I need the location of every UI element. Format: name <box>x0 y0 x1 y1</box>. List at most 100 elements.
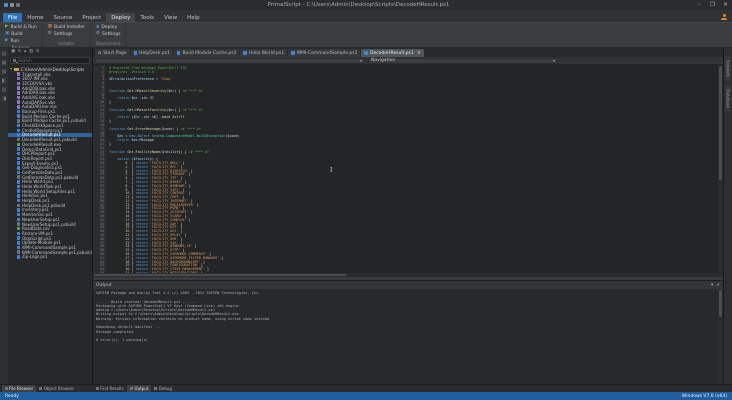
ribbon-tab-tools[interactable]: Tools <box>135 13 159 22</box>
bookmarks-icon[interactable]: ▥ <box>2 88 7 93</box>
file-icon <box>17 180 20 184</box>
ribbon-group-buttons: ▶ Build & Run ▣ Build ▶ Run <box>4 24 38 44</box>
expand-icon: ▾ <box>10 66 13 72</box>
output-tab-output[interactable]: Output <box>127 385 151 392</box>
panel-icon <box>95 387 99 390</box>
output-tab-find-results[interactable]: Find Results <box>93 385 126 392</box>
file-icon <box>17 133 20 137</box>
snippets-icon[interactable]: ▧ <box>2 70 7 75</box>
code-token: } <box>192 244 197 249</box>
doc-tab-label: WMI-CommandSample.ps1 <box>296 50 358 56</box>
ribbon-button-packager-build-run[interactable]: ▶ Build & Run <box>4 24 38 30</box>
side-tab-snippets[interactable]: Snippets <box>725 56 731 82</box>
file-tree: ▾ C:\Users\Admin\Desktop\Scripts 7zipInsta… <box>8 66 92 384</box>
code-token: System.ComponentModel.Win32Exception <box>151 134 226 139</box>
code-editor[interactable]: 1 2 3 4 5 6 7 8 9 10 11 12 13 14 15 16 17 18 19 20 21 22 23 24 2… <box>93 65 723 275</box>
doc-tab-wmi-commandsample-ps1[interactable]: WMI-CommandSample.ps1 <box>288 49 361 57</box>
editor-horizontal-scrollbar[interactable] <box>93 273 723 277</box>
minimize-button[interactable]: – <box>693 2 706 8</box>
objects-icon[interactable]: ◧ <box>2 79 7 84</box>
up-folder-icon[interactable]: ▴ <box>24 49 26 55</box>
ribbon-group-buttons: ▦ Build Installer ⚙ Settings <box>47 24 86 37</box>
close-icon[interactable]: × <box>417 50 421 56</box>
close-icon[interactable]: × <box>716 283 720 288</box>
ribbon-button-label: Run <box>10 38 20 44</box>
ribbon-button-label: Build & Run <box>10 24 37 30</box>
code-area[interactable]: # Migrated from Windows PowerShell ISE #r… <box>106 65 718 273</box>
left-tool-rail: ▤ ▦ ▧ ◧ ▥ ◨ <box>0 48 8 384</box>
right-tool-rail: Snippets Database <box>723 48 732 384</box>
file-icon <box>17 100 20 104</box>
redo-icon[interactable] <box>16 3 20 7</box>
file-browser-search <box>10 57 90 64</box>
toolbox-icon[interactable]: ▦ <box>2 61 7 66</box>
status-bar: Ready Windows V7.0 (x64) <box>0 392 732 400</box>
ribbon-button-deployment-settings[interactable]: ⚙ Settings <box>95 31 122 37</box>
file-icon <box>17 142 20 147</box>
ribbon-button-installer-settings[interactable]: ⚙ Settings <box>47 31 86 37</box>
file-icon <box>17 231 20 236</box>
collapse-icon[interactable]: ▾ <box>711 283 713 288</box>
user-account-icon[interactable] <box>721 14 727 20</box>
navigation-dropdown[interactable]: Navigation <box>368 57 558 64</box>
ribbon-tab-deploy[interactable]: Deploy <box>106 13 136 22</box>
ribbon-tab-home[interactable]: Home <box>22 13 48 22</box>
file-icon <box>17 72 20 76</box>
file-icon <box>17 161 20 165</box>
code-token: return <box>117 96 132 101</box>
ribbon-tab-source[interactable]: Source <box>48 13 77 22</box>
ribbon-button-installer-build-installer[interactable]: ▦ Build Installer <box>47 24 86 30</box>
code-token: } <box>204 267 210 272</box>
close-button[interactable]: ✕ <box>719 2 732 8</box>
doc-tab-start-page[interactable]: ⌂ Start Page <box>95 49 130 57</box>
doc-tab-label: Hello World.ps1 <box>248 50 285 56</box>
list-view-icon[interactable]: ≡ <box>36 49 40 55</box>
filter-icon[interactable]: ▥ <box>29 49 33 55</box>
undo-icon[interactable] <box>10 3 14 7</box>
doc-tab-hello-world-ps1[interactable]: Hello World.ps1 <box>240 49 288 57</box>
code-token: <# **** #> <box>182 107 203 112</box>
refresh-icon[interactable]: ↻ <box>18 49 22 55</box>
maximize-button[interactable]: ❐ <box>706 2 719 8</box>
ribbon-button-deployment-deploy[interactable]: ▲ Deploy <box>95 24 122 30</box>
ribbon-button-packager-build[interactable]: ▣ Build <box>4 31 38 37</box>
ribbon-tab-help[interactable]: Help <box>182 13 205 22</box>
file-icon <box>17 208 20 212</box>
code-token: } <box>182 233 187 238</box>
new-folder-icon[interactable]: ▣ <box>11 49 15 55</box>
save-icon[interactable] <box>4 3 8 7</box>
doc-tab-helpdesk-ps1[interactable]: HelpDesk.ps1 <box>130 49 173 57</box>
ribbon-tab-project[interactable]: Project <box>77 13 106 22</box>
tasks-icon[interactable]: ◨ <box>2 97 7 102</box>
output-tab-debug[interactable]: Debug <box>152 385 175 392</box>
ribbon-tab-view[interactable]: View <box>159 13 182 22</box>
editor-vertical-scrollbar[interactable] <box>718 65 723 273</box>
primalscript-window: PrimalScript - C:\Users\Admin\Desktop\Sc… <box>0 0 732 400</box>
panel-tab-object-browser[interactable]: Object Browser <box>37 385 77 392</box>
panel-tab-file-browser[interactable]: File Browser <box>2 385 36 392</box>
output-scrollbar[interactable] <box>718 289 723 384</box>
output-panel-header: Output ▾ × <box>93 281 723 289</box>
doc-tab-build-module-cache-ps1[interactable]: Build Module Cache.ps1 <box>173 49 240 57</box>
tree-item[interactable]: Zip-Logs.ps1 <box>8 254 92 259</box>
scrollbar-thumb[interactable] <box>719 66 722 181</box>
search-input[interactable] <box>18 58 87 63</box>
ribbon-button-label: Build Installer <box>54 24 85 30</box>
code-token: 'Stop' <box>160 77 173 82</box>
editor-column: ⌂ Start Page HelpDesk.ps1 Build Module Cach… <box>93 48 723 384</box>
code-token: <# **** #> <box>182 88 203 93</box>
browser-icon[interactable]: ▤ <box>2 52 7 57</box>
doc-tab-decodehresult-ps1[interactable]: DecodeHResult.ps1 × <box>361 49 425 57</box>
file-icon <box>17 91 20 95</box>
side-tab-database[interactable]: Database <box>725 85 731 113</box>
scrollbar-thumb[interactable] <box>94 274 346 276</box>
scope-dropdown[interactable] <box>95 57 365 64</box>
scrollbar-thumb[interactable] <box>719 290 722 317</box>
code-token: .Message <box>137 138 154 143</box>
tab-label: Output <box>134 386 149 391</box>
chevron-down-icon <box>360 58 362 64</box>
ribbon-tab-file[interactable]: File <box>3 13 23 22</box>
run-icon: ▶ <box>5 37 9 43</box>
code-token: } <box>186 191 191 196</box>
file-icon <box>17 217 20 222</box>
